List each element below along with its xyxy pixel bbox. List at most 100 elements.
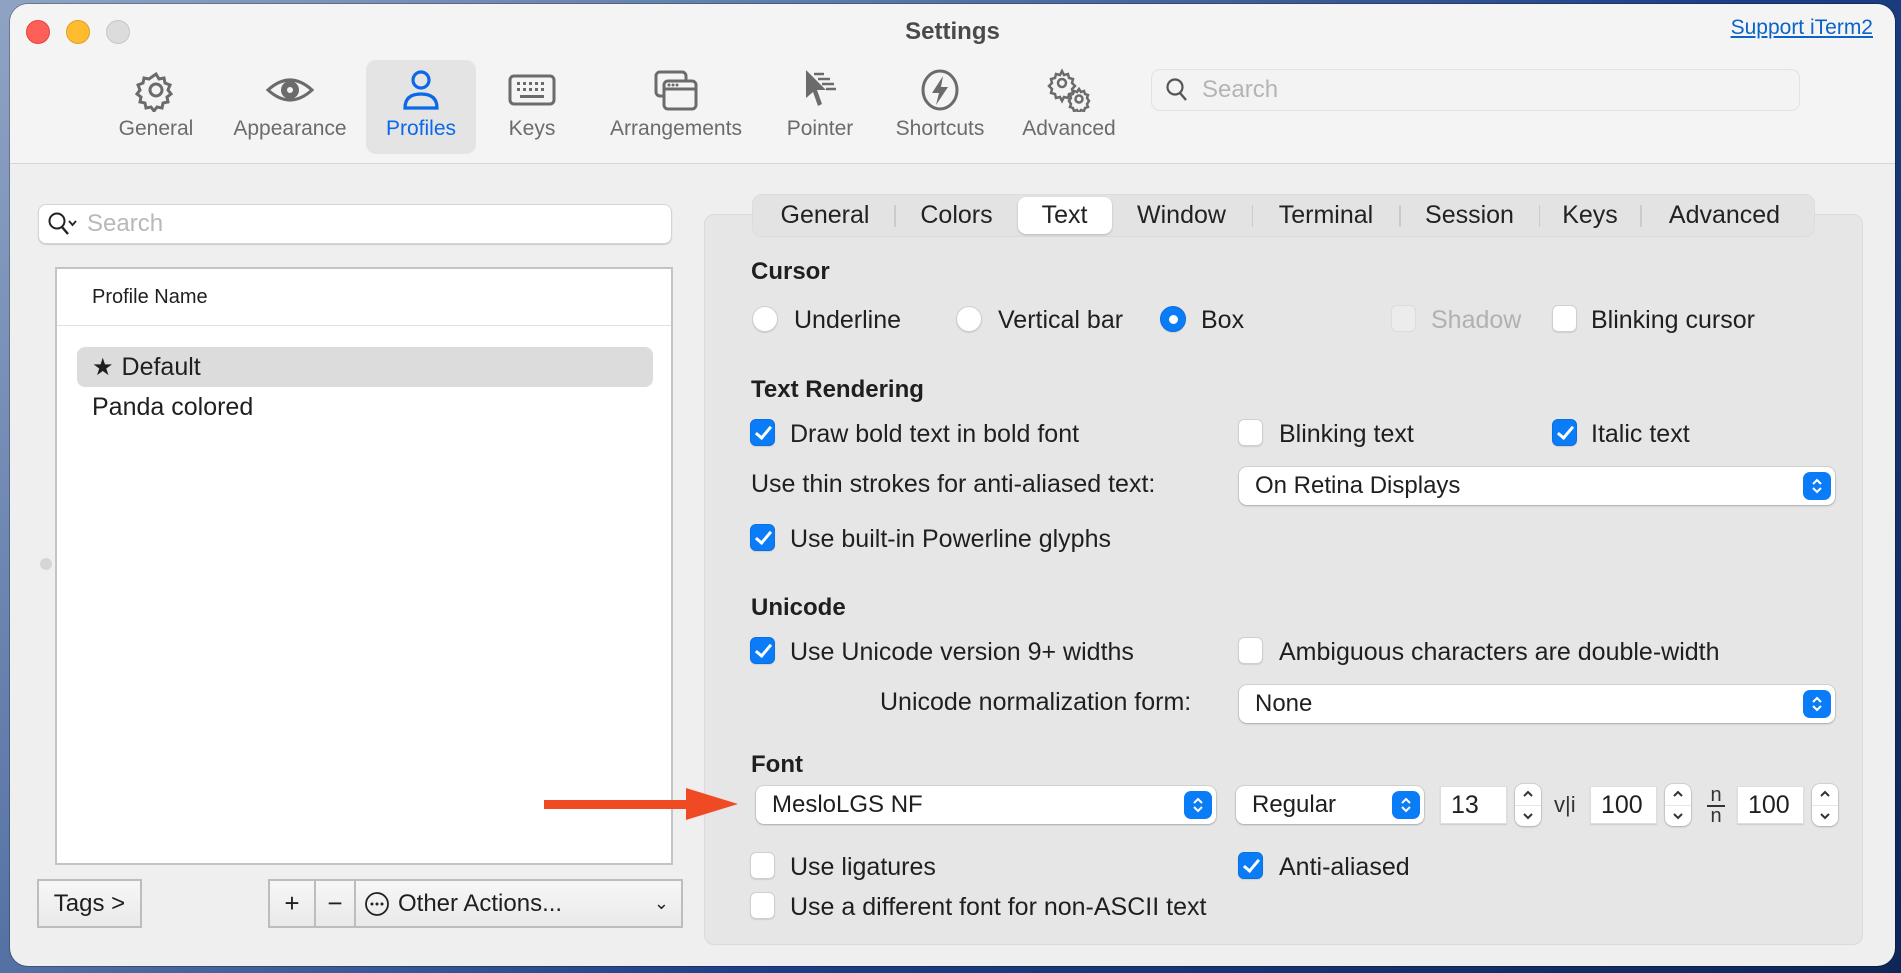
vertical-spacing-field[interactable]: [1737, 786, 1804, 824]
tab-text[interactable]: Text: [1017, 197, 1112, 234]
tab-advanced[interactable]: Advanced: [1642, 197, 1808, 234]
horizontal-spacing-stepper[interactable]: [1665, 784, 1691, 826]
tab-window[interactable]: Window: [1112, 197, 1252, 234]
tab-session[interactable]: Session: [1401, 197, 1539, 234]
popup-chevrons-icon: [1184, 791, 1212, 819]
toolbar-keys[interactable]: Keys: [488, 60, 576, 154]
gears-icon: [1047, 68, 1091, 112]
default-star-icon: ★: [92, 353, 114, 381]
stepper-up-icon[interactable]: [1665, 784, 1691, 806]
profile-name-column-header[interactable]: Profile Name: [57, 269, 671, 326]
popup-chevrons-icon: [1803, 472, 1831, 500]
cursor-vertical-bar-radio[interactable]: [956, 306, 982, 332]
toolbar-profiles[interactable]: Profiles: [366, 60, 476, 154]
stepper-up-icon[interactable]: [1812, 784, 1838, 806]
remove-profile-button[interactable]: −: [316, 881, 356, 926]
profile-row-panda-colored[interactable]: Panda colored: [77, 387, 653, 427]
toolbar-appearance-label: Appearance: [233, 117, 347, 140]
horizontal-spacing-input[interactable]: [1601, 790, 1656, 820]
horizontal-spacing-field[interactable]: [1590, 786, 1657, 824]
popup-chevrons-icon: [1392, 791, 1420, 819]
stepper-down-icon[interactable]: [1515, 806, 1541, 827]
windows-icon: [654, 70, 698, 111]
font-section-title: Font: [751, 751, 803, 778]
normalization-form-label: Unicode normalization form:: [880, 688, 1192, 716]
other-actions-menu[interactable]: Other Actions... ⌄: [356, 881, 681, 926]
blinking-cursor-checkbox[interactable]: [1552, 305, 1577, 332]
cursor-shadow-label: Shadow: [1431, 306, 1522, 334]
tab-terminal[interactable]: Terminal: [1253, 197, 1399, 234]
powerline-glyphs-label: Use built-in Powerline glyphs: [790, 525, 1111, 553]
vertical-spacing-icon: n n: [1707, 784, 1725, 826]
stepper-down-icon[interactable]: [1812, 806, 1838, 827]
support-iterm2-link[interactable]: Support iTerm2: [1731, 16, 1873, 40]
toolbar-appearance[interactable]: Appearance: [224, 60, 356, 154]
toolbar-general[interactable]: General: [110, 60, 202, 154]
thin-strokes-popup[interactable]: On Retina Displays: [1239, 467, 1835, 505]
normalization-form-popup[interactable]: None: [1239, 685, 1835, 723]
stepper-up-icon[interactable]: [1515, 784, 1541, 806]
toolbar-advanced[interactable]: Advanced: [1014, 60, 1124, 154]
blinking-text-checkbox[interactable]: [1238, 419, 1263, 446]
toolbar-general-label: General: [118, 117, 194, 140]
cursor-underline-radio[interactable]: [752, 306, 778, 332]
cursor-vertical-bar-label: Vertical bar: [998, 306, 1124, 334]
tab-keys[interactable]: Keys: [1540, 197, 1640, 234]
font-size-field[interactable]: [1440, 786, 1507, 824]
toolbar-shortcuts[interactable]: Shortcuts: [884, 60, 996, 154]
tags-button[interactable]: Tags >: [37, 879, 142, 928]
non-ascii-font-checkbox[interactable]: [750, 892, 775, 919]
toolbar-keys-label: Keys: [508, 117, 556, 140]
profile-search-input[interactable]: [87, 210, 647, 238]
person-icon: [403, 70, 439, 110]
eye-icon: [266, 78, 314, 102]
italic-text-checkbox[interactable]: [1552, 419, 1577, 446]
vertical-spacing-symbol-top: n: [1710, 784, 1722, 806]
chevron-down-icon: ⌄: [653, 893, 669, 913]
profile-search-field[interactable]: [38, 204, 672, 244]
cursor-underline-label: Underline: [794, 306, 902, 334]
font-family-popup[interactable]: MesloLGS NF: [756, 786, 1216, 824]
ellipsis-circle-icon: [365, 891, 389, 916]
cursor-section-title: Cursor: [751, 258, 830, 285]
draw-bold-checkbox[interactable]: [750, 419, 775, 446]
tab-general[interactable]: General: [756, 197, 894, 234]
toolbar-pointer[interactable]: Pointer: [776, 60, 864, 154]
unicode-v9-widths-checkbox[interactable]: [750, 637, 775, 664]
cursor-box-radio[interactable]: [1160, 306, 1186, 332]
font-weight-popup[interactable]: Regular: [1236, 786, 1424, 824]
split-view-handle[interactable]: [40, 558, 52, 570]
use-ligatures-checkbox[interactable]: [750, 852, 775, 879]
profile-list: Profile Name ★ Default Panda colored: [55, 267, 673, 865]
stepper-down-icon[interactable]: [1665, 806, 1691, 827]
settings-search-input[interactable]: [1202, 76, 1762, 104]
font-size-stepper[interactable]: [1515, 784, 1541, 826]
text-rendering-section-title: Text Rendering: [751, 376, 924, 403]
font-size-input[interactable]: [1451, 790, 1506, 820]
cursor-shadow-checkbox: [1391, 305, 1416, 332]
pointer-icon: [806, 70, 836, 106]
vertical-spacing-stepper[interactable]: [1812, 784, 1838, 826]
tab-colors[interactable]: Colors: [896, 197, 1018, 234]
vertical-spacing-input[interactable]: [1748, 790, 1803, 820]
font-family-value: MesloLGS NF: [772, 791, 923, 818]
bolt-icon: [921, 69, 959, 111]
window-title: Settings: [905, 18, 1000, 45]
ambiguous-double-width-label: Ambiguous characters are double-width: [1279, 638, 1720, 666]
settings-search-field[interactable]: [1151, 69, 1800, 111]
toolbar-arrangements[interactable]: Arrangements: [598, 60, 754, 154]
ambiguous-double-width-checkbox[interactable]: [1238, 637, 1263, 664]
use-ligatures-label: Use ligatures: [790, 853, 936, 881]
thin-strokes-label: Use thin strokes for anti-aliased text:: [751, 470, 1156, 498]
font-weight-value: Regular: [1252, 791, 1337, 818]
add-profile-button[interactable]: +: [270, 881, 316, 926]
unicode-section-title: Unicode: [751, 594, 846, 621]
profile-row-default[interactable]: ★ Default: [77, 347, 653, 387]
profile-tabs: General Colors Text Window Terminal Sess…: [752, 194, 1815, 237]
normalization-form-value: None: [1255, 690, 1313, 717]
powerline-glyphs-checkbox[interactable]: [750, 524, 775, 551]
thin-strokes-value: On Retina Displays: [1255, 472, 1461, 499]
anti-aliased-checkbox[interactable]: [1238, 852, 1263, 879]
toolbar-pointer-label: Pointer: [786, 117, 854, 140]
keyboard-icon: [508, 74, 556, 106]
